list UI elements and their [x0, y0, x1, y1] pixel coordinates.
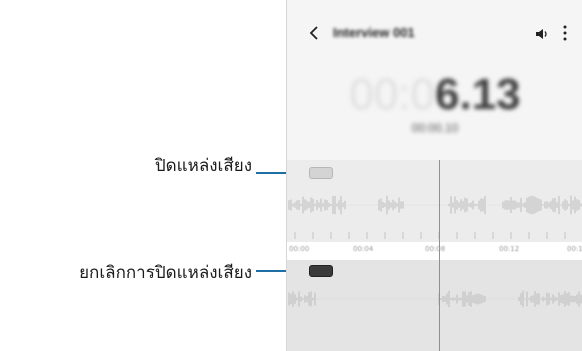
waveform-track-2	[288, 290, 582, 308]
app-header: Interview 001	[287, 0, 582, 66]
recorder-screen: Interview 001 00:06.13 00:00.10 00:00 00…	[286, 0, 582, 351]
timer-sub: 00:00.10	[411, 121, 459, 135]
speaker-icon[interactable]	[535, 27, 549, 41]
playhead	[439, 160, 440, 351]
chevron-left-icon[interactable]	[309, 26, 319, 40]
timer-current: 6.13	[435, 70, 521, 119]
unmute-speaker-button[interactable]	[309, 265, 333, 277]
mute-speaker-button[interactable]	[309, 167, 333, 179]
callout-mute-label: ปิดแหล่งเสียง	[154, 156, 252, 176]
waveform-track-1	[288, 195, 582, 215]
timer-leading: 00:0	[349, 70, 435, 119]
playback-timer: 00:06.13	[287, 70, 582, 120]
recording-title: Interview 001	[333, 25, 415, 40]
more-vertical-icon[interactable]	[563, 25, 567, 41]
callout-unmute-label: ยกเลิกการปิดแหล่งเสียง	[79, 263, 252, 283]
